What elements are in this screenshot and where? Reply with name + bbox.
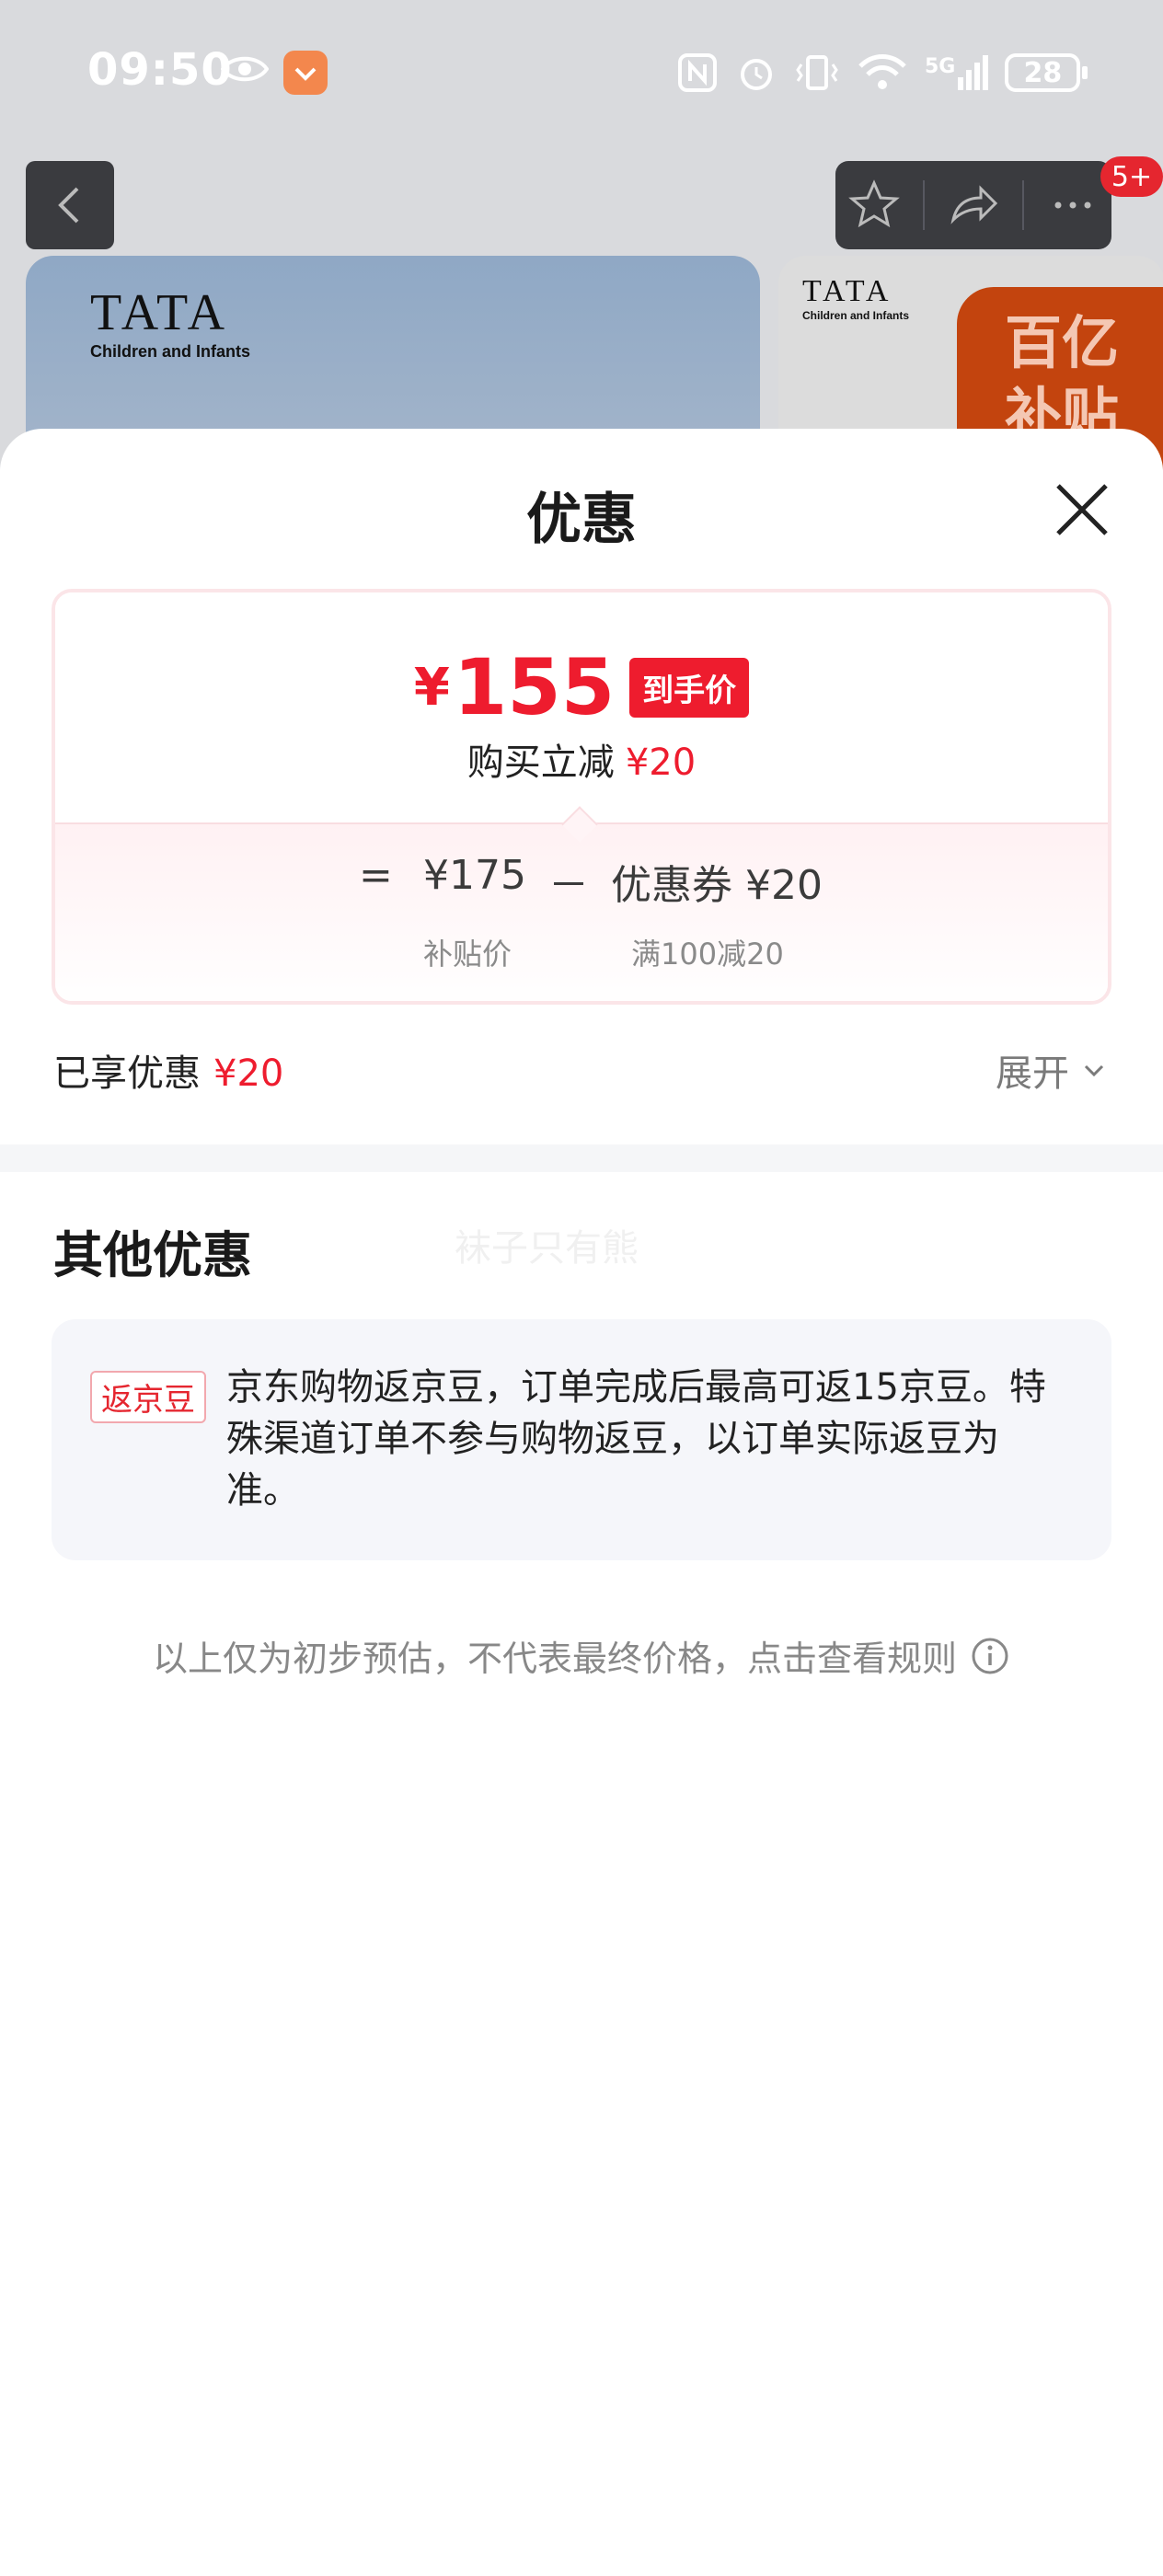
discount-sheet: 优惠 ¥ 155 到手价 购买立减 ¥20 = ¥175 － 优惠券 ¥20 补贴…: [0, 429, 1163, 2576]
jd-bean-offer-card: 返京豆 京东购物返京豆，订单完成后最高可返15京豆。特殊渠道订单不参与购物返豆，…: [52, 1319, 1111, 1560]
price-breakdown-card: ¥ 155 到手价 购买立减 ¥20 = ¥175 － 优惠券 ¥20 补贴价 满…: [52, 589, 1111, 1005]
info-icon[interactable]: [970, 1636, 1010, 1676]
nfc-icon: [678, 53, 717, 92]
more-icon[interactable]: [1045, 178, 1100, 233]
close-icon[interactable]: [1049, 477, 1115, 543]
rules-note-text: 以上仅为初步预估，不代表最终价格，点击查看规则: [152, 1639, 957, 1679]
instant-discount-label: 购买立减: [466, 742, 615, 784]
formula-coupon: 优惠券 ¥20: [611, 862, 823, 909]
notification-badge: 5+: [1100, 156, 1163, 197]
wifi-icon: [858, 54, 906, 89]
final-price-tag: 到手价: [629, 657, 750, 718]
chevron-down-icon: [1084, 1064, 1104, 1077]
jd-bean-description: 京东购物返京豆，订单完成后最高可返15京豆。特殊渠道订单不参与购物返豆，以订单实…: [226, 1366, 1046, 1512]
expand-label: 展开: [996, 1052, 1069, 1095]
formula-coupon-label: 满100减20: [631, 937, 784, 972]
final-price-amount: 155: [453, 642, 616, 732]
brand-logo: TATA Children and Infants: [90, 284, 251, 361]
eye-icon: [221, 56, 269, 82]
share-icon[interactable]: [946, 178, 1001, 233]
divider: [922, 180, 925, 230]
currency-symbol: ¥: [413, 657, 450, 718]
instant-discount-value: ¥20: [625, 742, 697, 784]
status-bar: 09:50 5G 28: [0, 0, 1163, 147]
expand-button[interactable]: 展开: [996, 1043, 1108, 1097]
rules-note[interactable]: 以上仅为初步预估，不代表最终价格，点击查看规则: [0, 1630, 1163, 1681]
formula-minus: －: [548, 862, 589, 909]
final-price: ¥ 155 到手价: [55, 642, 1108, 732]
status-time: 09:50: [87, 44, 233, 96]
other-offers-title: 其他优惠: [53, 1226, 252, 1284]
status-indicators: 5G 28: [676, 50, 1088, 96]
section-divider: [0, 1144, 1163, 1172]
app-notification-icon: [283, 51, 328, 95]
watermark: 袜子只有熊: [455, 1227, 639, 1270]
formula-base-price: ¥175: [423, 852, 526, 899]
sheet-title: 优惠: [526, 488, 637, 552]
back-button[interactable]: [26, 161, 114, 249]
nav-action-group: [835, 161, 1111, 249]
alarm-icon: [741, 59, 772, 90]
instant-discount: 购买立减 ¥20: [55, 732, 1108, 786]
battery-indicator: 28: [1005, 53, 1088, 92]
enjoyed-discount-label: 已享优惠: [53, 1052, 201, 1095]
formula-base-label: 补贴价: [423, 937, 512, 972]
jd-bean-tag: 返京豆: [90, 1371, 206, 1423]
vibrate-icon: [796, 55, 838, 90]
formula-equals: =: [359, 852, 393, 899]
enjoyed-discount: 已享优惠 ¥20: [53, 1043, 283, 1097]
enjoyed-discount-value: ¥20: [213, 1052, 284, 1095]
brand-logo-small: TATA Children and Infants: [802, 274, 910, 322]
signal-icon: 5G: [925, 55, 989, 90]
divider: [1022, 180, 1025, 230]
star-icon[interactable]: [846, 178, 902, 233]
chevron-left-icon: [58, 187, 79, 224]
